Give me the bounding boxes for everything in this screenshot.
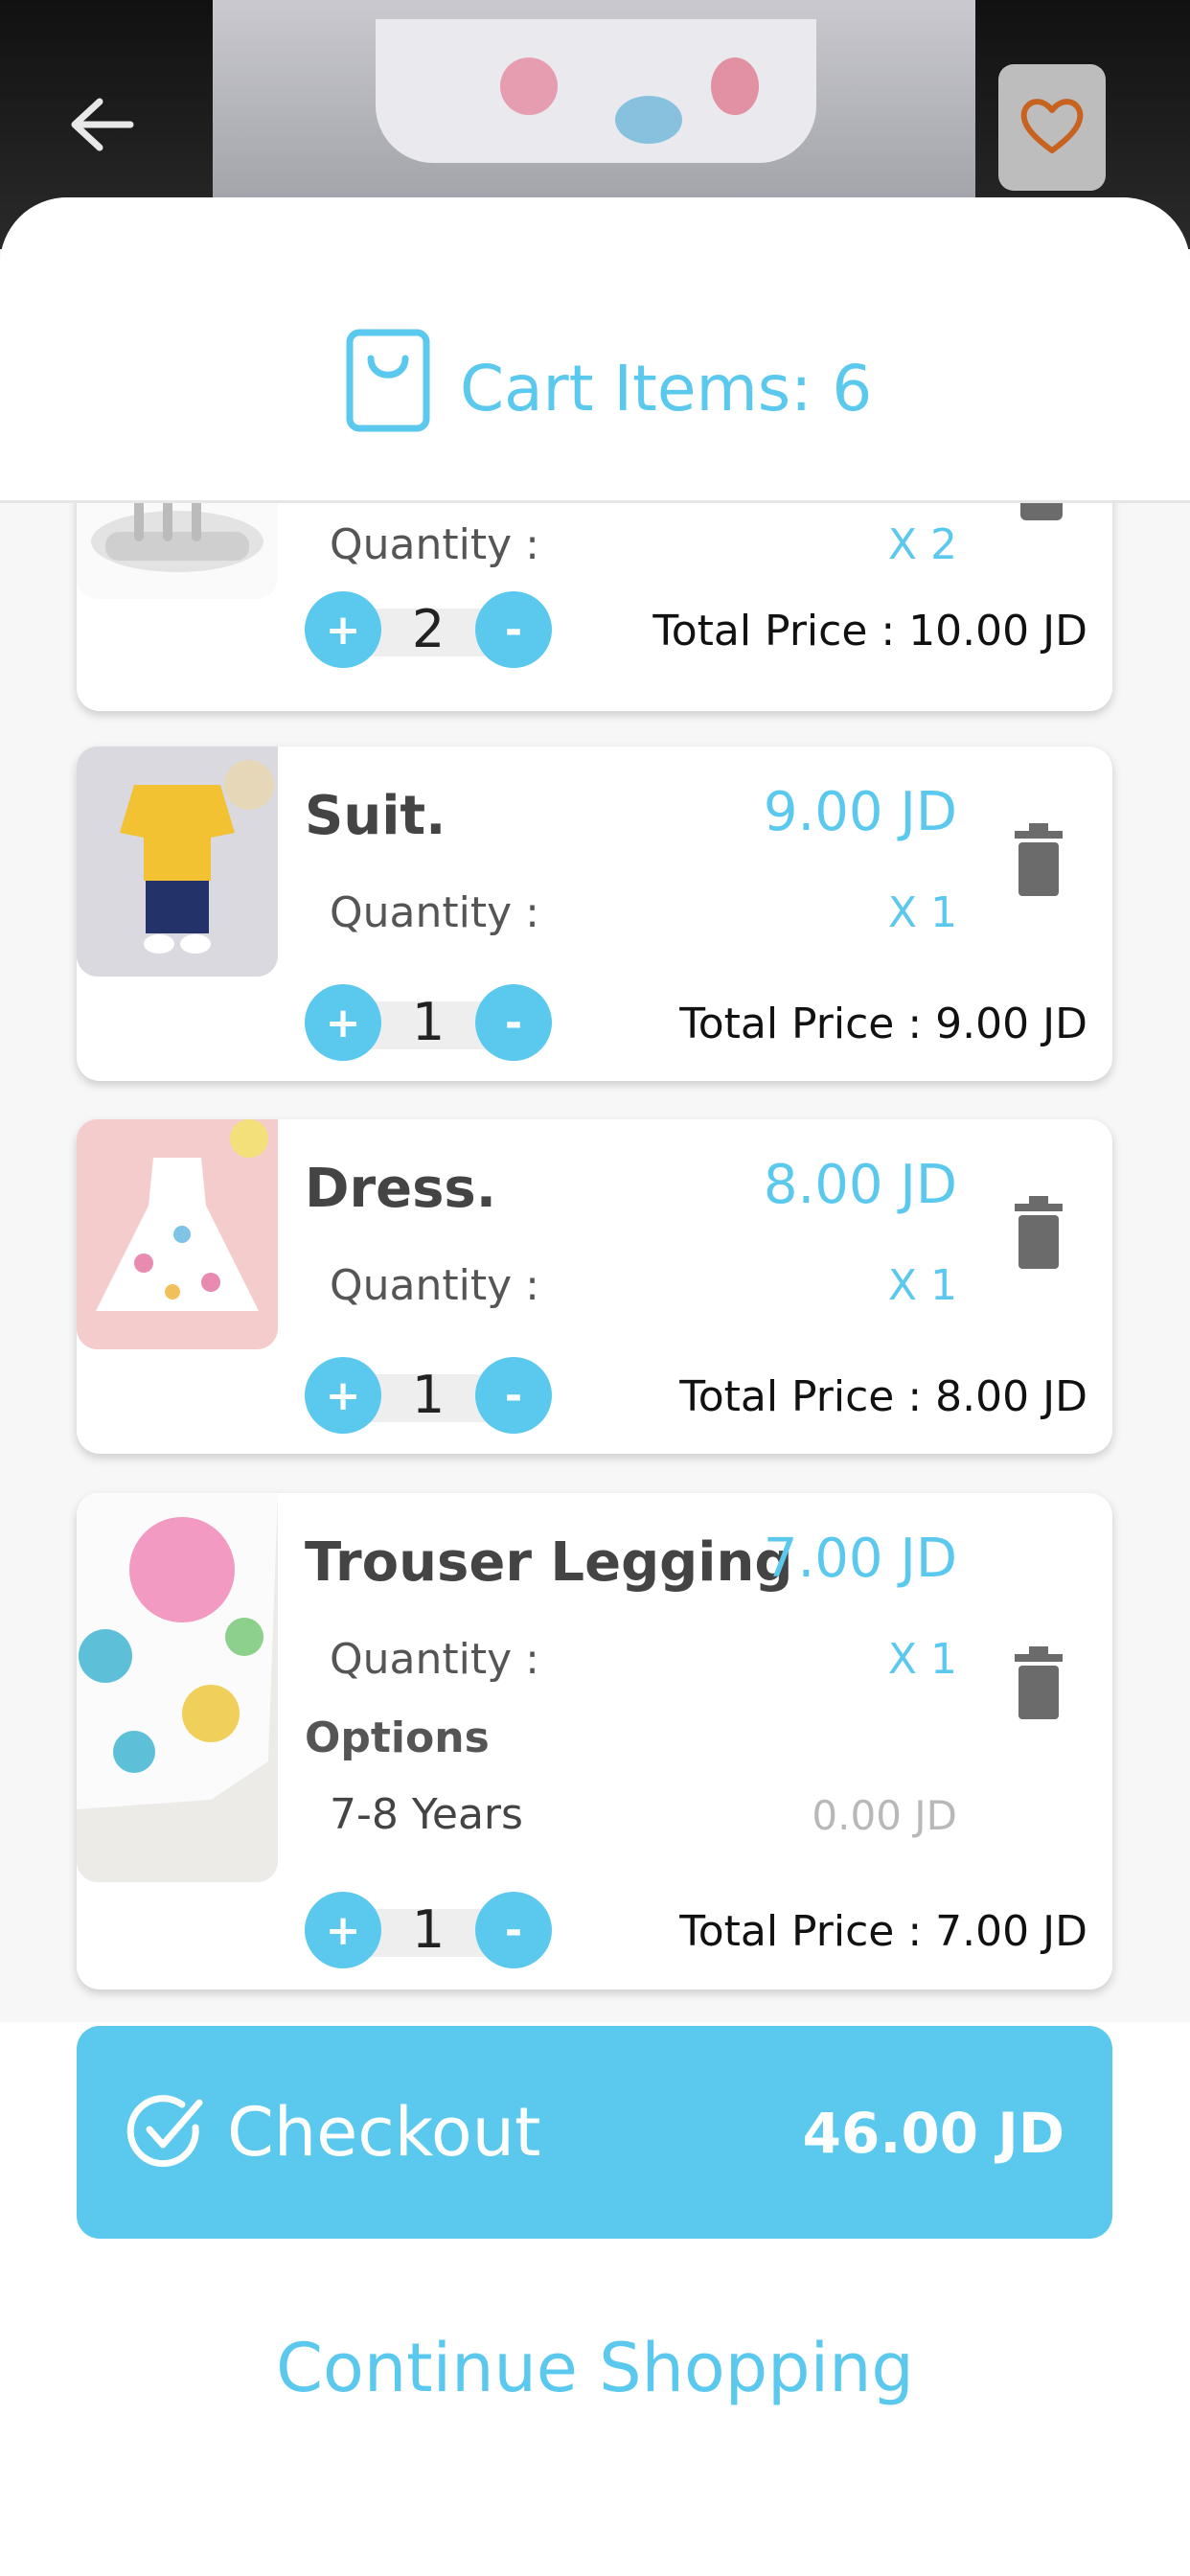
- trash-icon[interactable]: [1015, 1646, 1063, 1723]
- cart-item-card: Quantity : X 2 + 2 - Total Price : 10.00…: [77, 503, 1112, 711]
- hero-pattern-dot: [711, 58, 759, 115]
- quantity-stepper: + 1 -: [305, 984, 552, 1061]
- cart-item-card: Trouser Legging 7.00 JD Quantity : X 1 O…: [77, 1493, 1112, 1990]
- favorite-button[interactable]: [998, 64, 1106, 191]
- quantity-value: 1: [411, 1365, 446, 1425]
- options-title: Options: [305, 1714, 490, 1762]
- quantity-stepper: + 1 -: [305, 1892, 552, 1968]
- checkout-button[interactable]: Checkout 46.00 JD: [77, 2026, 1112, 2239]
- item-total-price: Total Price : 10.00 JD: [652, 607, 1087, 656]
- item-total-price: Total Price : 7.00 JD: [679, 1907, 1087, 1956]
- back-arrow-icon[interactable]: [67, 96, 144, 163]
- item-price: 7.00 JD: [763, 1528, 957, 1590]
- item-price: 9.00 JD: [763, 781, 957, 843]
- quantity-value: 1: [411, 992, 446, 1052]
- quantity-label: Quantity :: [330, 1261, 539, 1310]
- item-total-price: Total Price : 8.00 JD: [679, 1372, 1087, 1421]
- item-thumbnail[interactable]: [77, 503, 278, 599]
- check-circle-icon: [125, 2091, 205, 2175]
- hero-pattern-dot: [615, 96, 682, 144]
- item-thumbnail[interactable]: [77, 747, 278, 977]
- quantity-label: Quantity :: [330, 520, 539, 569]
- item-name: Dress.: [305, 1158, 497, 1220]
- quantity-multiplier: X 1: [887, 1635, 957, 1684]
- cart-title: Cart Items: 6: [345, 329, 873, 441]
- trash-icon[interactable]: [1015, 823, 1063, 900]
- increase-button[interactable]: +: [305, 591, 381, 668]
- shopping-bag-icon: [345, 328, 431, 448]
- heart-icon: [1018, 95, 1086, 160]
- quantity-label: Quantity :: [330, 1635, 539, 1684]
- cart-item-card: Dress. 8.00 JD Quantity : X 1 + 1 - Tota…: [77, 1119, 1112, 1454]
- quantity-value: 2: [411, 599, 446, 659]
- item-thumbnail[interactable]: [77, 1493, 278, 1882]
- checkout-amount: 46.00 JD: [802, 2101, 1064, 2166]
- cart-item-card: Suit. 9.00 JD Quantity : X 1 + 1 - Total…: [77, 747, 1112, 1081]
- trash-icon[interactable]: [1015, 1196, 1063, 1273]
- item-name: Suit.: [305, 785, 446, 847]
- hero-pattern-dot: [500, 58, 558, 115]
- increase-button[interactable]: +: [305, 1892, 381, 1968]
- quantity-stepper: + 2 -: [305, 591, 552, 668]
- decrease-button[interactable]: -: [475, 1892, 552, 1968]
- quantity-stepper: + 1 -: [305, 1357, 552, 1434]
- cart-items-count: Cart Items: 6: [460, 351, 873, 426]
- checkout-label: Checkout: [227, 2093, 541, 2172]
- decrease-button[interactable]: -: [475, 591, 552, 668]
- cart-item-list[interactable]: Quantity : X 2 + 2 - Total Price : 10.00…: [0, 503, 1190, 2022]
- quantity-label: Quantity :: [330, 888, 539, 937]
- continue-shopping-link[interactable]: Continue Shopping: [0, 2329, 1190, 2407]
- quantity-multiplier: X 1: [887, 1261, 957, 1310]
- decrease-button[interactable]: -: [475, 984, 552, 1061]
- item-price: 8.00 JD: [763, 1154, 957, 1216]
- item-total-price: Total Price : 9.00 JD: [679, 1000, 1087, 1048]
- quantity-multiplier: X 2: [887, 520, 957, 569]
- decrease-button[interactable]: -: [475, 1357, 552, 1434]
- trash-icon[interactable]: [1020, 503, 1063, 520]
- quantity-value: 1: [411, 1899, 446, 1960]
- increase-button[interactable]: +: [305, 1357, 381, 1434]
- option-value: 7-8 Years: [330, 1790, 523, 1839]
- item-name: Trouser Legging: [305, 1531, 793, 1594]
- item-thumbnail[interactable]: [77, 1119, 278, 1349]
- quantity-multiplier: X 1: [887, 888, 957, 937]
- option-price: 0.00 JD: [812, 1792, 957, 1839]
- increase-button[interactable]: +: [305, 984, 381, 1061]
